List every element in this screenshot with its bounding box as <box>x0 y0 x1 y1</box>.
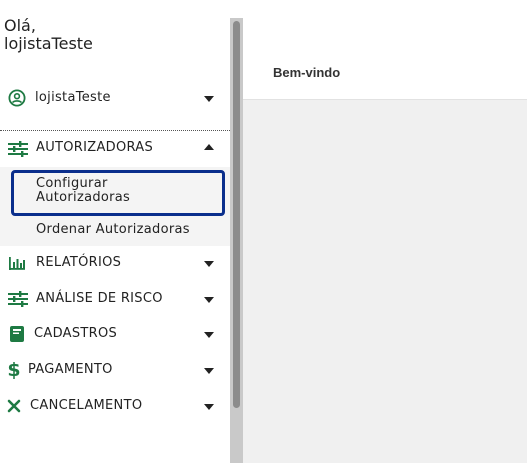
menu-cancelamento[interactable]: CANCELAMENTO <box>0 396 230 416</box>
menu-cancelamento-label: CANCELAMENTO <box>30 398 143 413</box>
menu-autorizadoras[interactable]: AUTORIZADORAS <box>0 130 230 168</box>
chevron-down-icon <box>204 297 214 303</box>
book-icon <box>7 324 27 344</box>
user-menu-label: lojistaTeste <box>35 90 111 105</box>
menu-pagamento[interactable]: $ PAGAMENTO <box>0 360 230 380</box>
main-header: Bem-vindo <box>243 0 527 100</box>
bar-chart-icon <box>7 253 27 273</box>
chevron-down-icon <box>204 368 214 374</box>
sidebar: Olá, lojistaTeste lojistaTeste AUTORIZAD… <box>0 0 243 463</box>
account-circle-icon <box>7 88 27 108</box>
menu-relatorios[interactable]: RELATÓRIOS <box>0 253 230 273</box>
greeting: Olá, lojistaTeste <box>4 17 93 53</box>
page-title: Bem-vindo <box>273 65 341 80</box>
chevron-down-icon <box>204 261 214 267</box>
menu-analise-de-risco-label: ANÁLISE DE RISCO <box>36 291 163 306</box>
chevron-down-icon <box>204 96 214 102</box>
menu-analise-de-risco[interactable]: ANÁLISE DE RISCO <box>0 289 230 309</box>
dollar-icon: $ <box>7 359 21 381</box>
menu-autorizadoras-label: AUTORIZADORAS <box>36 140 154 155</box>
chevron-down-icon <box>204 332 214 338</box>
sidebar-scrollbar[interactable] <box>230 18 243 463</box>
submenu-ordenar-autorizadoras[interactable]: Ordenar Autorizadoras <box>36 223 190 237</box>
greeting-username: lojistaTeste <box>4 34 93 53</box>
menu-pagamento-label: PAGAMENTO <box>28 362 113 377</box>
user-menu[interactable]: lojistaTeste <box>0 88 230 108</box>
menu-relatorios-label: RELATÓRIOS <box>36 255 122 270</box>
chevron-up-icon <box>204 144 214 150</box>
submenu-configurar-line2: Autorizadoras <box>36 190 131 205</box>
tune-icon <box>8 289 28 309</box>
submenu-configurar-line1: Configurar <box>36 176 108 191</box>
main-content: Bem-vindo <box>243 0 527 463</box>
tune-icon <box>8 139 28 159</box>
submenu-configurar-autorizadoras[interactable]: Configurar Autorizadoras <box>36 177 130 205</box>
sidebar-content: Olá, lojistaTeste lojistaTeste AUTORIZAD… <box>0 0 230 463</box>
scrollbar-thumb[interactable] <box>233 21 240 408</box>
menu-cadastros[interactable]: CADASTROS <box>0 324 230 344</box>
chevron-down-icon <box>204 404 214 410</box>
close-icon <box>4 396 24 416</box>
greeting-text: Olá, <box>4 16 36 35</box>
menu-cadastros-label: CADASTROS <box>34 326 118 341</box>
